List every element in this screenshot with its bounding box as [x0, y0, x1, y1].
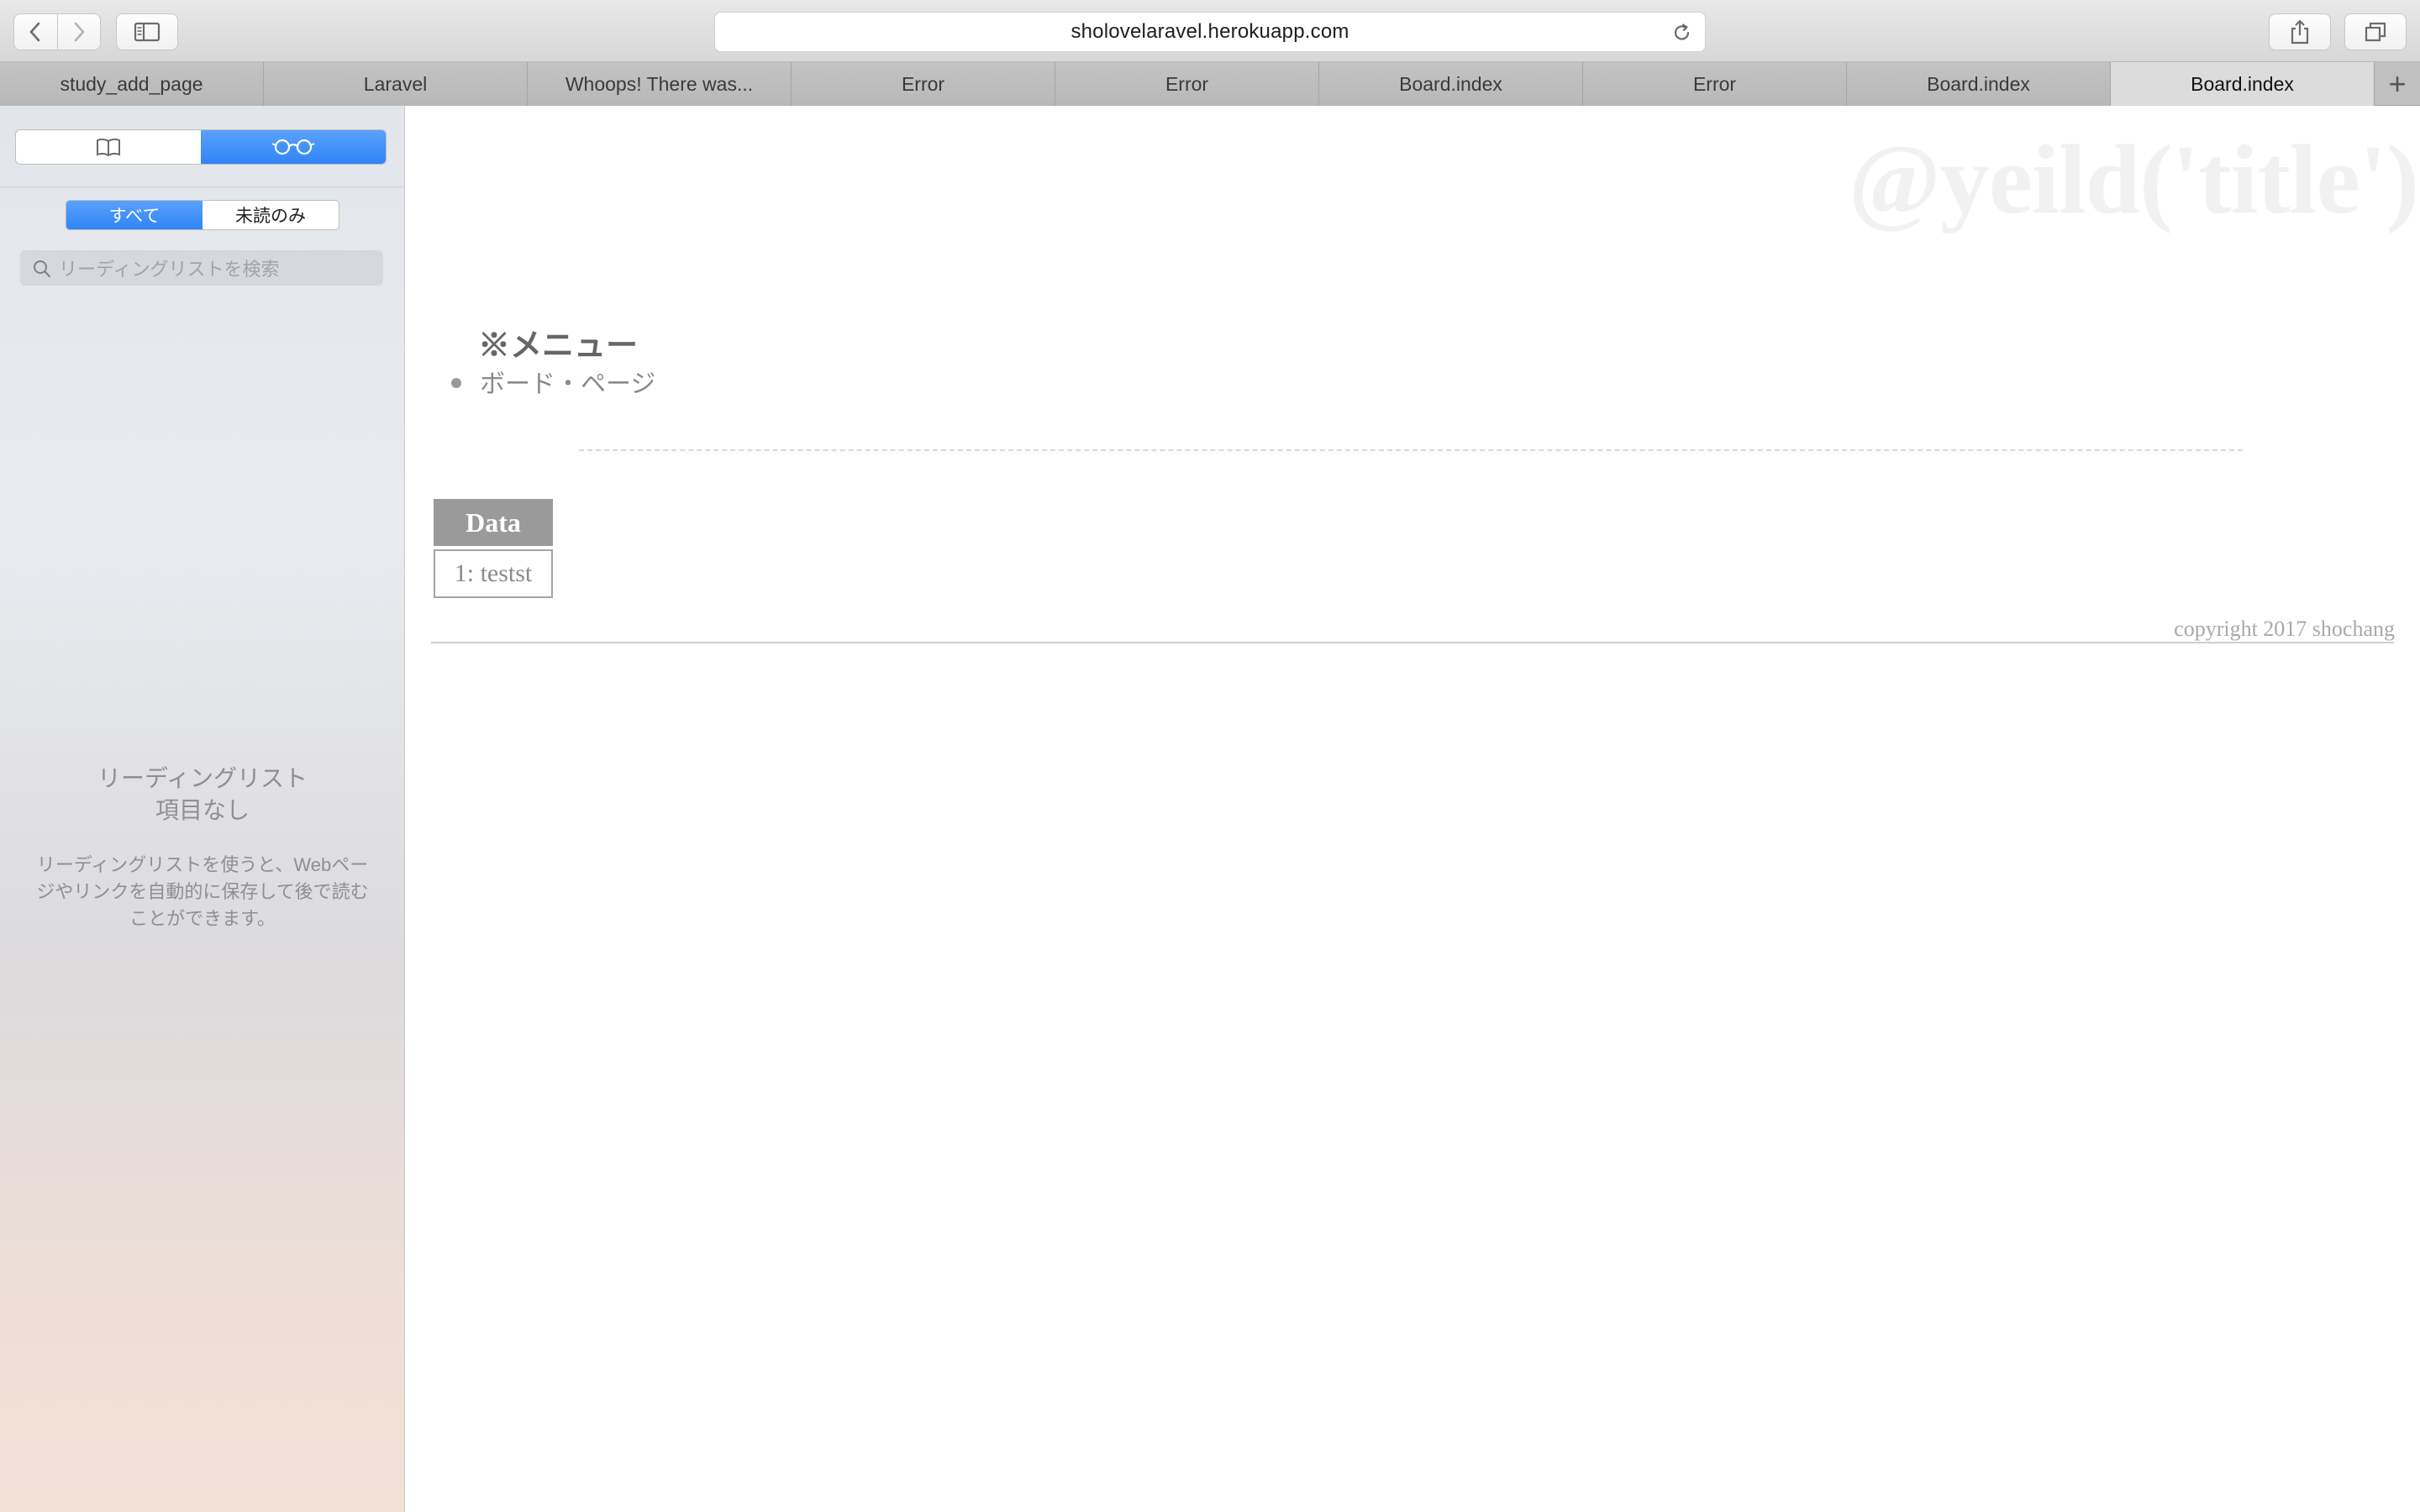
- table-header-data: Data: [434, 499, 553, 546]
- menu-title: ※メニュー: [478, 328, 639, 364]
- tab-6[interactable]: Error: [1583, 62, 1847, 106]
- back-button[interactable]: [14, 14, 57, 50]
- reload-icon[interactable]: [1671, 22, 1693, 44]
- tab-2[interactable]: Whoops! There was...: [528, 62, 792, 106]
- reading-list-search-input[interactable]: リーディングリストを検索: [20, 250, 383, 286]
- table-cell: 1: testst: [434, 549, 553, 598]
- table-row: 1: testst: [434, 549, 553, 598]
- search-icon: [34, 260, 51, 278]
- reading-list-filter: すべて 未読のみ: [66, 200, 339, 230]
- book-icon: [97, 138, 120, 157]
- reading-list-sidebar: すべて 未読のみ リーディングリストを検索 リーディングリスト 項目なし リーデ…: [0, 106, 405, 1512]
- menu-list: ボード・ページ: [451, 363, 655, 400]
- page-heading: @yeild('title'): [1848, 124, 2419, 234]
- share-button[interactable]: [2269, 13, 2331, 50]
- menu-item-label: ボード・ページ: [480, 370, 656, 398]
- footer-divider: [431, 642, 2394, 643]
- sidebar-toggle-button[interactable]: [116, 13, 178, 50]
- browser-window: sholovelaravel.herokuapp.com study_add_p…: [0, 0, 2420, 1512]
- tab-5[interactable]: Board.index: [1319, 62, 1583, 106]
- share-icon: [2291, 19, 2309, 45]
- sidebar-icon: [134, 22, 160, 42]
- tab-0[interactable]: study_add_page: [0, 62, 264, 106]
- glasses-icon: [271, 139, 315, 155]
- sidebar-mode-switch: [15, 129, 387, 165]
- address-url: sholovelaravel.herokuapp.com: [1071, 20, 1349, 43]
- toolbar: sholovelaravel.herokuapp.com: [0, 0, 2420, 62]
- empty-state-description: リーディングリストを使うと、Webページやリンクを自動的に保存して後で読むことが…: [36, 854, 369, 929]
- forward-button[interactable]: [56, 14, 101, 50]
- filter-unread-button[interactable]: 未読のみ: [203, 201, 339, 229]
- show-all-tabs-button[interactable]: [2344, 13, 2407, 50]
- search-placeholder: リーディングリストを検索: [59, 259, 280, 280]
- new-tab-button[interactable]: +: [2375, 62, 2420, 105]
- address-bar[interactable]: sholovelaravel.herokuapp.com: [714, 12, 1706, 52]
- empty-state-title-line2: 項目なし: [155, 797, 250, 823]
- web-page: @yeild('title') ※メニュー ボード・ページ Data 1: te…: [406, 106, 2420, 1512]
- tab-1[interactable]: Laravel: [264, 62, 528, 106]
- bookmarks-tab[interactable]: [16, 130, 201, 164]
- navigation-buttons: [13, 13, 101, 50]
- chevron-right-icon: [74, 22, 85, 42]
- menu-item[interactable]: ボード・ページ: [451, 363, 655, 400]
- filter-all-button[interactable]: すべて: [66, 201, 203, 229]
- dashed-divider: [579, 449, 2243, 451]
- tab-4[interactable]: Error: [1055, 62, 1319, 106]
- tab-7[interactable]: Board.index: [1847, 62, 2111, 106]
- bullet-icon: [451, 378, 461, 388]
- empty-state-title-line1: リーディングリスト: [97, 765, 308, 791]
- tabs-overview-icon: [2365, 22, 2386, 42]
- tab-8[interactable]: Board.index: [2111, 62, 2375, 106]
- tab-3[interactable]: Error: [792, 62, 1055, 106]
- table-header-row: Data: [434, 499, 553, 546]
- sidebar-divider: [0, 186, 405, 187]
- chevron-left-icon: [29, 22, 40, 42]
- tab-bar: study_add_page Laravel Whoops! There was..…: [0, 62, 2420, 106]
- data-table: Data 1: testst: [434, 496, 553, 601]
- reading-list-tab[interactable]: [201, 130, 386, 164]
- empty-state-title: リーディングリスト 項目なし: [0, 763, 405, 827]
- copyright-text: copyright 2017 shochang: [2174, 617, 2395, 641]
